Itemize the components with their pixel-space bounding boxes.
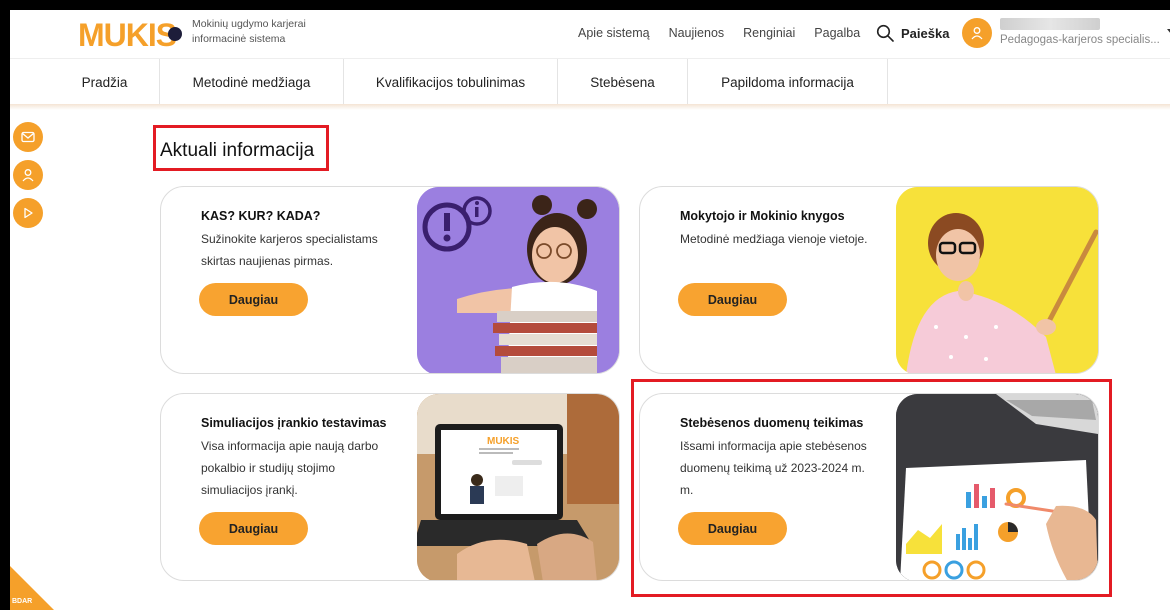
search-icon[interactable] (876, 24, 894, 42)
card-simulation[interactable]: Simuliacijos įrankio testavimas Visa inf… (160, 393, 620, 581)
top-links: Apie sistemą Naujienos Renginiai Pagalba (578, 26, 860, 40)
card-image-teacher-pointer (896, 187, 1098, 373)
nav-shadow (10, 104, 1170, 110)
card-image-laptop: MUKIS (417, 394, 619, 580)
svg-text:MUKIS: MUKIS (78, 17, 177, 52)
screenshot-frame-left (0, 0, 10, 610)
card-title: Simuliacijos įrankio testavimas (201, 416, 387, 430)
card-title: Mokytojo ir Mokinio knygos (680, 209, 845, 223)
search-label[interactable]: Paieška (901, 26, 949, 41)
play-icon (24, 207, 33, 219)
more-button[interactable]: Daugiau (199, 512, 308, 545)
teacher-with-pointer-illustration (896, 187, 1098, 373)
nav-item-home[interactable]: Pradžia (50, 59, 160, 105)
card-news[interactable]: KAS? KUR? KADA? Sužinokite karjeros spec… (160, 186, 620, 374)
nav-item-qualification[interactable]: Kvalifikacijos tobulinimas (344, 59, 558, 105)
gdpr-badge-label: BDAR (12, 598, 33, 605)
card-books[interactable]: Mokytojo ir Mokinio knygos Metodinė medž… (639, 186, 1099, 374)
user-name-redacted (1000, 18, 1100, 30)
user-icon (971, 27, 983, 40)
section-title: Aktuali informacija (160, 140, 315, 161)
more-button[interactable]: Daugiau (678, 283, 787, 316)
nav-item-methodical-material[interactable]: Metodinė medžiaga (160, 59, 344, 105)
user-icon (22, 169, 34, 182)
mail-icon (21, 131, 35, 143)
student-with-books-illustration (417, 187, 619, 373)
screenshot-frame-top (0, 0, 1170, 10)
card-image-student-books (417, 187, 619, 373)
laptop-illustration: MUKIS (417, 394, 619, 580)
top-link-help[interactable]: Pagalba (814, 26, 860, 40)
nav-item-additional-info[interactable]: Papildoma informacija (688, 59, 888, 105)
side-button-user[interactable] (13, 160, 43, 190)
card-description: Sužinokite karjeros specialistams skirta… (201, 232, 378, 268)
user-role[interactable]: Pedagogas-karjeros specialis... (1000, 34, 1160, 46)
logo-subtitle: Mokinių ugdymo karjerai informacinė sist… (192, 18, 306, 45)
top-link-events[interactable]: Renginiai (743, 26, 795, 40)
user-avatar[interactable] (962, 18, 992, 48)
card-description: Metodinė medžiaga vienoje vietoje. (680, 232, 868, 246)
main-nav: Pradžia Metodinė medžiaga Kvalifikacijos… (10, 58, 1170, 105)
top-bar: MUKIS Mokinių ugdymo karjerai informacin… (10, 10, 1170, 58)
highlight-box-card (631, 379, 1112, 597)
side-button-play[interactable] (13, 198, 43, 228)
svg-text:MUKIS: MUKIS (487, 436, 520, 447)
top-link-about[interactable]: Apie sistemą (578, 26, 650, 40)
mukis-logo[interactable]: MUKIS (78, 16, 182, 52)
more-button[interactable]: Daugiau (199, 283, 308, 316)
card-title: KAS? KUR? KADA? (201, 209, 321, 223)
side-button-mail[interactable] (13, 122, 43, 152)
nav-item-monitoring[interactable]: Stebėsena (558, 59, 688, 105)
card-description: Visa informacija apie naują darbo pokalb… (201, 439, 379, 497)
top-link-news[interactable]: Naujienos (669, 26, 725, 40)
